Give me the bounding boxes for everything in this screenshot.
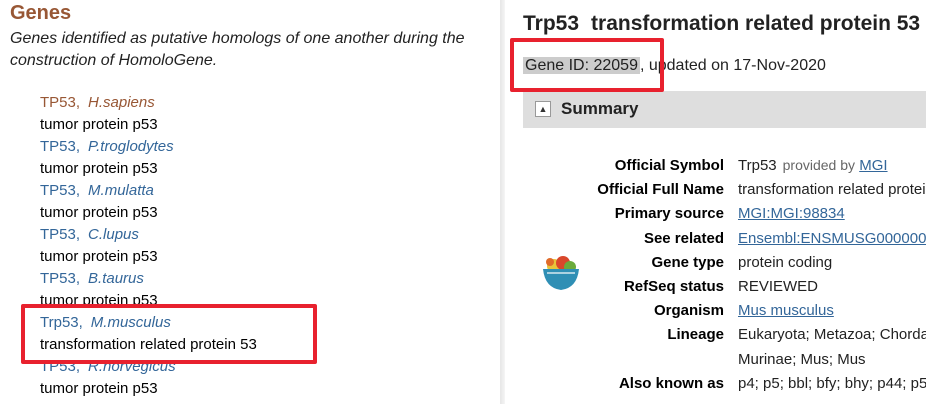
- row-value: Murinae; Mus; Mus: [738, 350, 866, 368]
- genes-heading: Genes: [10, 2, 72, 24]
- row-value: protein coding: [738, 253, 833, 271]
- list-item: TP53, M.mulatta tumor protein p53: [40, 180, 257, 224]
- summary-row-also-known-as: Also known as p4; p5; bbl; bfy; bhy; p44…: [523, 373, 926, 397]
- genes-description: Genes identified as putative homologs of…: [10, 30, 465, 69]
- official-symbol-value: Trp53: [738, 157, 777, 174]
- homolog-symbol-link[interactable]: TP53,: [40, 182, 80, 199]
- homolog-symbol-link[interactable]: TP53,: [40, 94, 80, 111]
- homolog-symbol-link[interactable]: TP53,: [40, 226, 80, 243]
- mgi-link[interactable]: MGI: [859, 157, 887, 174]
- homolog-name: tumor protein p53: [40, 204, 158, 221]
- homolog-name: tumor protein p53: [40, 248, 158, 265]
- homolog-symbol-link[interactable]: TP53,: [40, 138, 80, 155]
- summary-row-gene-type: Gene type protein coding: [523, 252, 926, 276]
- homolog-organism-link[interactable]: H.sapiens: [88, 94, 155, 111]
- row-label: Official Symbol: [614, 157, 724, 174]
- list-item: TP53, P.troglodytes tumor protein p53: [40, 136, 257, 180]
- row-label: Official Full Name: [597, 181, 724, 199]
- summary-row-lineage: Lineage Eukaryota; Metazoa; Chordata: [523, 324, 926, 348]
- ensembl-link[interactable]: Ensembl:ENSMUSG00000059552: [738, 230, 926, 247]
- row-label: See related: [643, 229, 724, 247]
- organism-link[interactable]: Mus musculus: [738, 302, 834, 319]
- summary-row-see-related: See related Ensembl:ENSMUSG00000059552: [523, 228, 926, 252]
- row-value: Eukaryota; Metazoa; Chordata: [738, 326, 926, 344]
- list-item: TP53, C.lupus tumor protein p53: [40, 224, 257, 268]
- summary-section-header[interactable]: ▲ Summary: [523, 91, 926, 128]
- row-value: Trp53 provided by MGI: [738, 157, 888, 174]
- gene-symbol: Trp53: [523, 12, 580, 35]
- summary-row-official-symbol: Official Symbol Trp53 provided by MGI: [523, 155, 926, 179]
- gene-description: transformation related protein 53: [591, 12, 921, 35]
- primary-source-link[interactable]: MGI:MGI:98834: [738, 205, 845, 222]
- row-label: Organism: [653, 302, 724, 320]
- homolog-name: tumor protein p53: [40, 160, 158, 177]
- highlight-box-mouse-homolog: [21, 304, 317, 364]
- summary-row-primary-source: Primary source MGI:MGI:98834: [523, 203, 926, 227]
- provided-by-text: provided by: [782, 157, 856, 173]
- row-value: REVIEWED: [738, 277, 819, 295]
- gene-title: Trp53 transformation related protein 53: [523, 12, 920, 36]
- row-label: Also known as: [618, 374, 724, 392]
- homolog-organism-link[interactable]: P.troglodytes: [88, 138, 174, 155]
- salad-bowl-icon: [543, 256, 579, 290]
- homolog-name: tumor protein p53: [40, 380, 158, 397]
- summary-heading: Summary: [561, 99, 639, 118]
- highlight-box-gene-id: [510, 38, 664, 92]
- list-item: TP53, H.sapiens tumor protein p53: [40, 92, 257, 136]
- row-value: transformation related protein 53: [738, 181, 926, 199]
- homolog-symbol-link[interactable]: TP53,: [40, 270, 80, 287]
- summary-row-lineage-cont: Murinae; Mus; Mus: [523, 349, 926, 373]
- updated-date: , updated on 17-Nov-2020: [639, 57, 826, 74]
- homolog-organism-link[interactable]: M.mulatta: [88, 182, 154, 199]
- homolog-name: tumor protein p53: [40, 116, 158, 133]
- summary-row-full-name: Official Full Name transformation relate…: [523, 179, 926, 203]
- summary-table: Official Symbol Trp53 provided by MGI Off…: [523, 155, 926, 397]
- row-label: Primary source: [614, 205, 724, 223]
- homolog-organism-link[interactable]: C.lupus: [88, 226, 139, 243]
- summary-row-refseq-status: RefSeq status REVIEWED: [523, 276, 926, 300]
- summary-row-organism: Organism Mus musculus: [523, 300, 926, 324]
- row-label: Lineage: [667, 326, 724, 344]
- homolog-organism-link[interactable]: B.taurus: [88, 270, 144, 287]
- row-value: p4; p5; bbl; bfy; bhy; p44; p53: [738, 374, 926, 392]
- collapse-triangle-icon[interactable]: ▲: [535, 101, 551, 117]
